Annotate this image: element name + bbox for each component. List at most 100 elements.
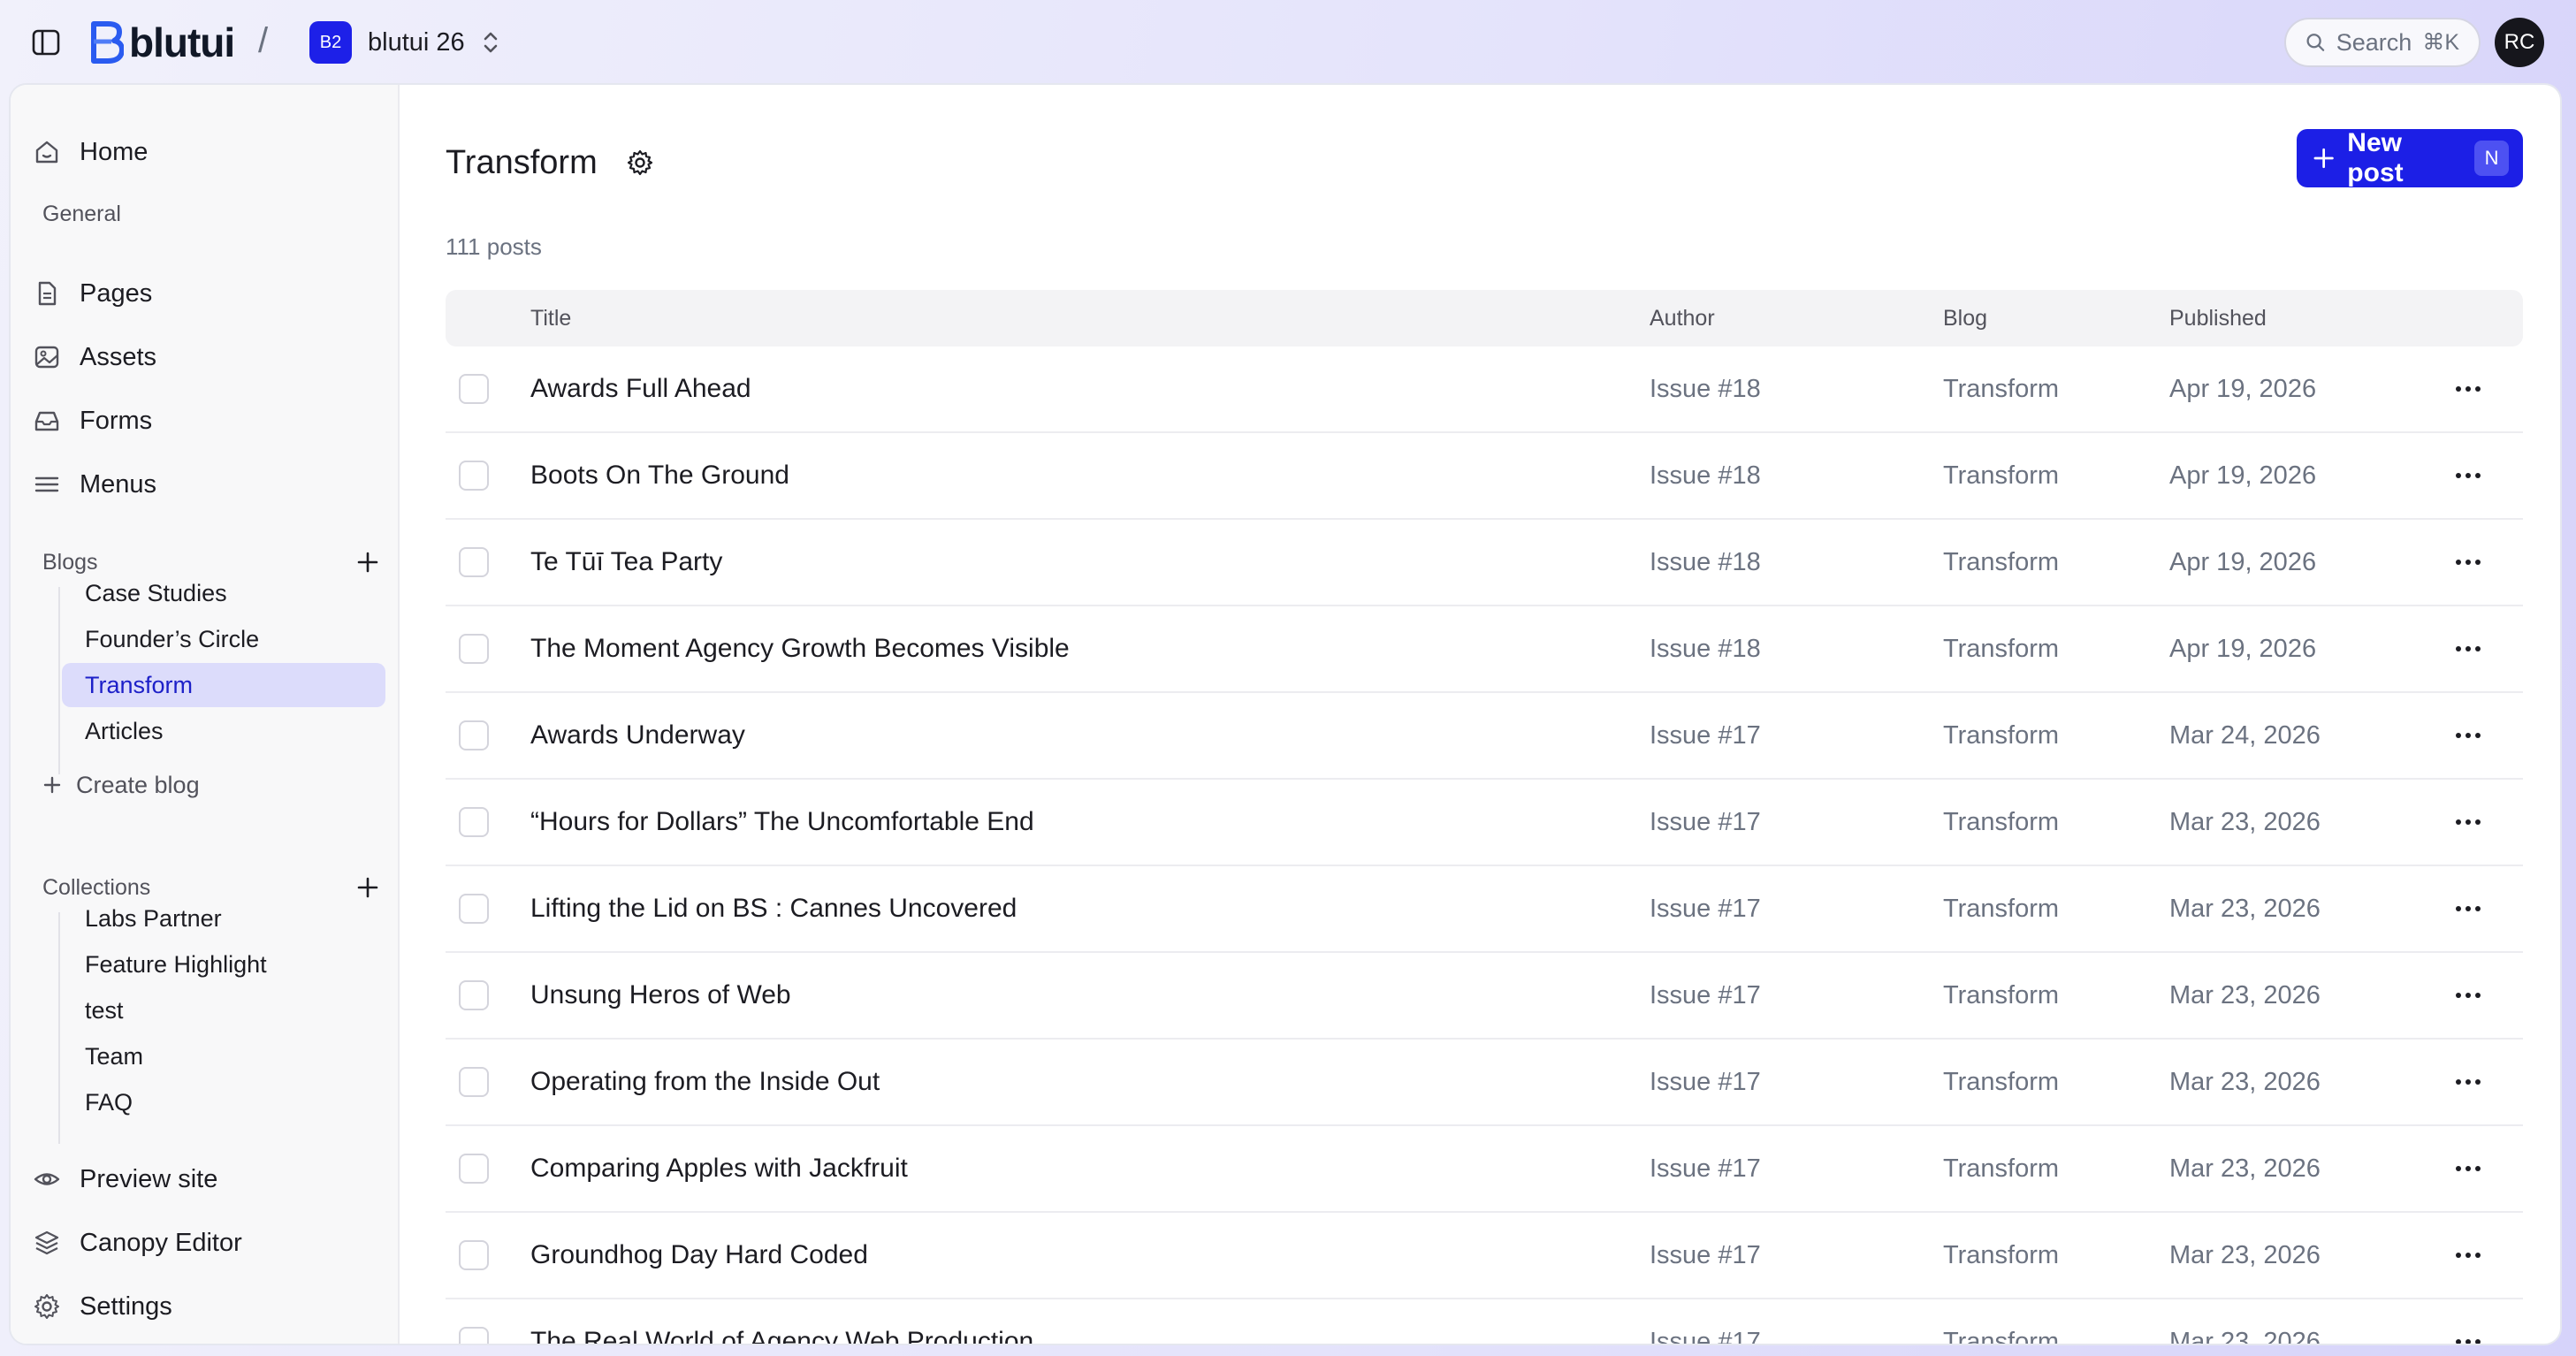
- create-blog-button[interactable]: Create blog: [42, 766, 200, 804]
- row-checkbox[interactable]: [459, 1154, 489, 1184]
- row-actions-button[interactable]: [2443, 433, 2493, 518]
- search-button[interactable]: Search ⌘K: [2284, 18, 2481, 67]
- sidebar-item-preview-site[interactable]: Preview site: [32, 1154, 217, 1204]
- home-icon: [32, 137, 62, 167]
- row-actions-button[interactable]: [2443, 953, 2493, 1038]
- row-actions-button[interactable]: [2443, 1126, 2493, 1211]
- tree-guide-line: [58, 587, 60, 774]
- chevron-up-down-icon: [484, 32, 497, 53]
- blog-item-founders-circle[interactable]: Founder’s Circle: [62, 617, 385, 661]
- table-header: Title Author Blog Published: [446, 290, 2523, 347]
- row-select-cell: [458, 1126, 490, 1211]
- sidebar-item-settings[interactable]: Settings: [32, 1282, 172, 1331]
- row-checkbox[interactable]: [459, 1067, 489, 1097]
- row-checkbox[interactable]: [459, 720, 489, 750]
- sidebar-item-home[interactable]: Home: [32, 127, 148, 177]
- table-row[interactable]: Groundhog Day Hard Coded Issue #17 Trans…: [446, 1213, 2523, 1299]
- table-row[interactable]: Operating from the Inside Out Issue #17 …: [446, 1040, 2523, 1126]
- column-header-title[interactable]: Title: [530, 290, 571, 347]
- row-actions-button[interactable]: [2443, 780, 2493, 865]
- row-checkbox[interactable]: [459, 634, 489, 664]
- row-actions-button[interactable]: [2443, 606, 2493, 691]
- new-post-button[interactable]: New post N: [2297, 128, 2523, 187]
- layers-icon: [32, 1228, 62, 1258]
- post-title[interactable]: The Moment Agency Growth Becomes Visible: [530, 606, 1070, 691]
- row-checkbox[interactable]: [459, 1240, 489, 1270]
- row-select-cell: [458, 693, 490, 778]
- inbox-icon: [32, 406, 62, 436]
- collection-item-feature-highlight[interactable]: Feature Highlight: [62, 942, 385, 987]
- top-bar: blutui / B2 blutui 26 Search ⌘K RC: [0, 0, 2576, 85]
- row-select-cell: [458, 780, 490, 865]
- post-title[interactable]: Awards Full Ahead: [530, 347, 751, 431]
- collection-item-team[interactable]: Team: [62, 1034, 385, 1078]
- app-frame: Home General Pages Assets Forms Menus Bl…: [9, 83, 2562, 1345]
- blog-item-articles[interactable]: Articles: [62, 709, 385, 753]
- column-header-author[interactable]: Author: [1650, 290, 1715, 347]
- column-header-published[interactable]: Published: [2169, 290, 2267, 347]
- row-checkbox[interactable]: [459, 1327, 489, 1344]
- sidebar-item-label: Home: [80, 137, 149, 166]
- table-row[interactable]: Te Tūī Tea Party Issue #18 Transform Apr…: [446, 520, 2523, 606]
- row-actions-button[interactable]: [2443, 347, 2493, 431]
- post-title[interactable]: Awards Underway: [530, 693, 745, 778]
- blog-item-case-studies[interactable]: Case Studies: [62, 571, 385, 615]
- collection-item-faq[interactable]: FAQ: [62, 1080, 385, 1124]
- sidebar-toggle-button[interactable]: [27, 25, 65, 60]
- post-title[interactable]: Unsung Heros of Web: [530, 953, 791, 1038]
- post-author: Issue #17: [1650, 1067, 1761, 1096]
- post-title[interactable]: “Hours for Dollars” The Uncomfortable En…: [530, 780, 1034, 865]
- collection-item-test[interactable]: test: [62, 988, 385, 1032]
- section-general: General: [42, 194, 385, 233]
- table-row[interactable]: Awards Full Ahead Issue #18 Transform Ap…: [446, 347, 2523, 433]
- table-row[interactable]: The Moment Agency Growth Becomes Visible…: [446, 606, 2523, 693]
- sidebar-item-assets[interactable]: Assets: [32, 332, 156, 382]
- row-actions-button[interactable]: [2443, 866, 2493, 951]
- table-row[interactable]: The Real World of Agency Web Production …: [446, 1299, 2523, 1345]
- post-title[interactable]: Groundhog Day Hard Coded: [530, 1213, 868, 1298]
- sidebar-item-pages[interactable]: Pages: [32, 269, 152, 318]
- post-title[interactable]: Boots On The Ground: [530, 433, 789, 518]
- row-actions-button[interactable]: [2443, 1213, 2493, 1298]
- collection-item-labs-partner[interactable]: Labs Partner: [62, 896, 385, 941]
- blog-item-transform[interactable]: Transform: [62, 663, 385, 707]
- post-title[interactable]: Comparing Apples with Jackfruit: [530, 1126, 908, 1211]
- post-blog: Transform: [1943, 807, 2060, 836]
- post-author: Issue #17: [1650, 807, 1761, 836]
- brand-logo[interactable]: blutui: [88, 18, 235, 67]
- table-row[interactable]: Comparing Apples with Jackfruit Issue #1…: [446, 1126, 2523, 1213]
- post-published-date: Mar 23, 2026: [2169, 1327, 2321, 1345]
- table-row[interactable]: Boots On The Ground Issue #18 Transform …: [446, 433, 2523, 520]
- sidebar-item-forms[interactable]: Forms: [32, 396, 152, 446]
- workspace-switcher[interactable]: B2 blutui 26: [309, 19, 500, 65]
- row-actions-button[interactable]: [2443, 693, 2493, 778]
- table-row[interactable]: Lifting the Lid on BS : Cannes Uncovered…: [446, 866, 2523, 953]
- new-post-shortcut: N: [2474, 141, 2509, 176]
- post-title[interactable]: Operating from the Inside Out: [530, 1040, 880, 1124]
- row-actions-button[interactable]: [2443, 1299, 2493, 1344]
- row-checkbox[interactable]: [459, 374, 489, 404]
- row-checkbox[interactable]: [459, 894, 489, 924]
- table-row[interactable]: Awards Underway Issue #17 Transform Mar …: [446, 693, 2523, 780]
- table-row[interactable]: “Hours for Dollars” The Uncomfortable En…: [446, 780, 2523, 866]
- row-checkbox[interactable]: [459, 547, 489, 577]
- blog-settings-button[interactable]: [624, 147, 656, 179]
- row-actions-button[interactable]: [2443, 1040, 2493, 1124]
- row-checkbox[interactable]: [459, 461, 489, 491]
- post-title[interactable]: The Real World of Agency Web Production: [530, 1299, 1033, 1344]
- post-title[interactable]: Te Tūī Tea Party: [530, 520, 722, 605]
- row-select-cell: [458, 953, 490, 1038]
- post-published-date: Apr 19, 2026: [2169, 634, 2317, 663]
- row-checkbox[interactable]: [459, 807, 489, 837]
- row-actions-button[interactable]: [2443, 520, 2493, 605]
- breadcrumb-separator: /: [258, 21, 269, 60]
- new-post-label: New post: [2347, 128, 2404, 187]
- section-heading: General: [42, 201, 121, 226]
- user-avatar[interactable]: RC: [2495, 18, 2544, 67]
- post-title[interactable]: Lifting the Lid on BS : Cannes Uncovered: [530, 866, 1017, 951]
- sidebar-item-canopy-editor[interactable]: Canopy Editor: [32, 1218, 242, 1268]
- sidebar-item-menus[interactable]: Menus: [32, 460, 156, 509]
- table-row[interactable]: Unsung Heros of Web Issue #17 Transform …: [446, 953, 2523, 1040]
- column-header-blog[interactable]: Blog: [1943, 290, 1987, 347]
- row-checkbox[interactable]: [459, 980, 489, 1010]
